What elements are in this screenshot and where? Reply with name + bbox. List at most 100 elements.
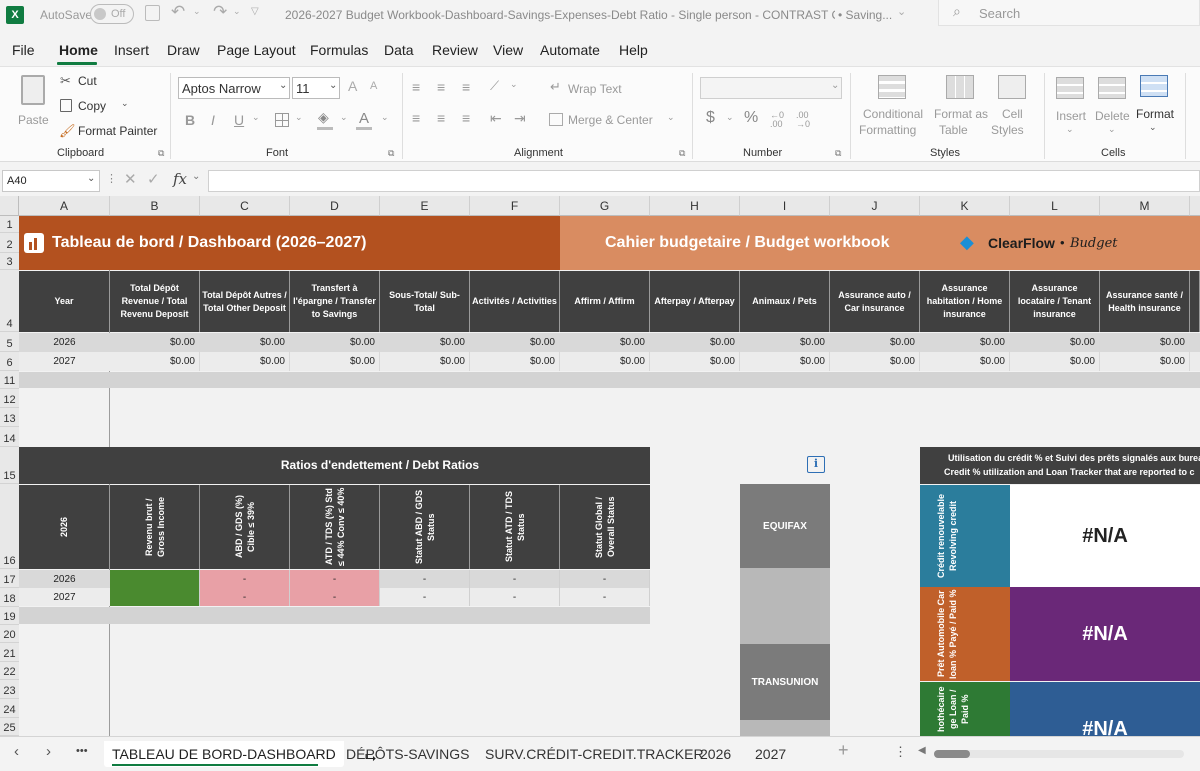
debt-ratio-cell[interactable]: -	[470, 570, 560, 588]
debt-ratio-cell[interactable]	[110, 588, 200, 606]
row-header-2[interactable]: 2	[0, 233, 19, 253]
cell-styles-button[interactable]: Cell Styles	[990, 73, 1038, 143]
menu-help[interactable]: Help	[619, 42, 648, 58]
column-header-f[interactable]: F	[470, 196, 560, 216]
column-header-m[interactable]: M	[1100, 196, 1190, 216]
dashboard-value-cell[interactable]: $0.00	[560, 333, 650, 352]
enter-formula-icon[interactable]: ✓	[147, 170, 160, 188]
bold-button[interactable]: B	[185, 112, 195, 128]
dashboard-value-cell[interactable]: $0.00	[110, 352, 200, 371]
dashboard-value-cell[interactable]: $0.00	[650, 333, 740, 352]
debt-ratio-cell[interactable]: -	[560, 570, 650, 588]
cancel-formula-icon[interactable]: ✕	[124, 170, 137, 188]
format-painter-button[interactable]: Format Painter	[78, 124, 157, 138]
dashboard-value-cell[interactable]: $0.00	[200, 333, 290, 352]
align-top-icon[interactable]: ≡	[412, 79, 420, 95]
menu-insert[interactable]: Insert	[114, 42, 149, 58]
paste-button[interactable]: Paste	[12, 73, 54, 133]
horizontal-scrollbar[interactable]	[934, 750, 1184, 758]
debt-ratio-cell[interactable]: -	[290, 588, 380, 606]
search-box[interactable]: ⌕ Search	[938, 0, 1200, 26]
increase-font-icon[interactable]: A	[348, 78, 357, 94]
year-cell-2027[interactable]: 2027	[19, 352, 110, 371]
row-header-19[interactable]: 19	[0, 607, 19, 625]
dashboard-value-cell[interactable]: $0.00	[200, 352, 290, 371]
row-header-25[interactable]: 25	[0, 718, 19, 736]
format-as-table-button[interactable]: Format as Table	[932, 73, 990, 143]
underline-button[interactable]: U	[234, 112, 244, 128]
sheet-tab-2026[interactable]: 2026	[700, 741, 731, 767]
font-color-dropdown-icon[interactable]: ⌄	[381, 112, 389, 123]
column-header-k[interactable]: K	[920, 196, 1010, 216]
debt-ratio-cell[interactable]: -	[470, 588, 560, 606]
underline-dropdown-icon[interactable]: ⌄	[252, 112, 260, 123]
more-sheets-icon[interactable]: •••	[76, 745, 88, 757]
fx-dropdown-icon[interactable]: ⌄	[192, 171, 200, 182]
font-color-icon[interactable]: A	[359, 110, 369, 127]
align-bottom-icon[interactable]: ≡	[462, 79, 470, 95]
info-icon[interactable]: i	[807, 456, 825, 473]
insert-function-button[interactable]: fx	[173, 170, 187, 188]
increase-indent-icon[interactable]: ⇥	[514, 110, 526, 127]
format-cells-button[interactable]: Format ⌄	[1134, 71, 1178, 141]
year-cell-2026[interactable]: 2026	[19, 333, 110, 352]
copy-button[interactable]: Copy	[78, 99, 106, 113]
title-dropdown-icon[interactable]: ⌄	[897, 5, 906, 18]
dashboard-value-cell[interactable]: $0.00	[740, 333, 830, 352]
fill-color-icon[interactable]: ◈	[318, 109, 329, 126]
column-header-b[interactable]: B	[110, 196, 200, 216]
merge-center-button[interactable]: Merge & Center	[568, 113, 653, 127]
orientation-icon[interactable]: ⟋	[490, 78, 499, 94]
number-format-select[interactable]: ⌄	[700, 77, 842, 99]
cut-button[interactable]: Cut	[78, 74, 97, 88]
percent-button[interactable]: %	[744, 109, 758, 127]
sheet-tab-2027[interactable]: 2027	[755, 741, 786, 767]
menu-formulas[interactable]: Formulas	[310, 42, 368, 58]
column-header-c[interactable]: C	[200, 196, 290, 216]
borders-icon[interactable]	[275, 113, 289, 127]
debt-ratio-cell[interactable]	[110, 570, 200, 588]
font-launcher-icon[interactable]: ⧉	[388, 148, 394, 159]
align-left-icon[interactable]: ≡	[412, 110, 420, 126]
align-right-icon[interactable]: ≡	[462, 110, 470, 126]
column-header-n[interactable]	[1190, 196, 1200, 216]
dashboard-value-cell[interactable]: $0.00	[830, 352, 920, 371]
formula-input[interactable]	[208, 170, 1200, 192]
undo-dropdown-icon[interactable]: ⌄	[193, 6, 201, 17]
borders-dropdown-icon[interactable]: ⌄	[295, 112, 303, 123]
clipboard-launcher-icon[interactable]: ⧉	[158, 148, 164, 159]
dashboard-value-cell[interactable]: $0.00	[740, 352, 830, 371]
dashboard-value-cell[interactable]: $0.00	[290, 352, 380, 371]
dashboard-value-cell[interactable]: $0.00	[830, 333, 920, 352]
dashboard-value-cell[interactable]: $0.00	[380, 333, 470, 352]
dashboard-value-cell[interactable]: $0.00	[650, 352, 740, 371]
horizontal-scroll-left-icon[interactable]: ◀	[918, 745, 926, 756]
menu-automate[interactable]: Automate	[540, 42, 600, 58]
row-header-22[interactable]: 22	[0, 662, 19, 680]
prev-sheet-icon[interactable]: ‹	[14, 743, 19, 760]
debt-ratio-cell[interactable]: -	[380, 588, 470, 606]
column-header-i[interactable]: I	[740, 196, 830, 216]
debt-ratio-cell[interactable]: -	[380, 570, 470, 588]
debt-ratio-cell[interactable]: -	[200, 570, 290, 588]
menu-page-layout[interactable]: Page Layout	[217, 42, 296, 58]
autosave-toggle[interactable]: Off	[90, 4, 134, 24]
menu-file[interactable]: File	[12, 42, 35, 58]
decrease-decimal-icon[interactable]: .00 →0	[796, 111, 810, 129]
row-header-23[interactable]: 23	[0, 680, 19, 699]
row-header-13[interactable]: 13	[0, 408, 19, 427]
decrease-font-icon[interactable]: A	[370, 80, 377, 92]
column-header-d[interactable]: D	[290, 196, 380, 216]
menu-home[interactable]: Home	[59, 42, 98, 58]
row-header-11[interactable]: 11	[0, 371, 19, 389]
row-header-21[interactable]: 21	[0, 643, 19, 662]
dashboard-value-cell[interactable]: $0.00	[1010, 333, 1100, 352]
horizontal-scroll-thumb[interactable]	[934, 750, 970, 758]
dashboard-value-cell[interactable]: $0.00	[110, 333, 200, 352]
italic-button[interactable]: I	[211, 112, 215, 128]
column-header-e[interactable]: E	[380, 196, 470, 216]
debt-ratio-cell[interactable]: -	[290, 570, 380, 588]
font-size-select[interactable]: 11 ⌄	[292, 77, 340, 99]
next-sheet-icon[interactable]: ›	[46, 743, 51, 760]
customize-toolbar-icon[interactable]: ▽	[251, 6, 259, 17]
